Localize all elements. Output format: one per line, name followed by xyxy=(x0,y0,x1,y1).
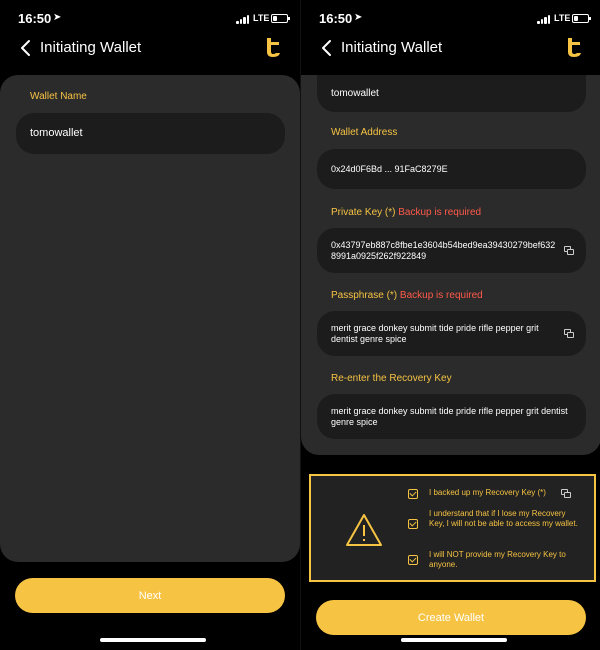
checkbox-icon[interactable] xyxy=(408,519,418,529)
passphrase-field: merit grace donkey submit tide pride rif… xyxy=(317,311,586,356)
passphrase-value: merit grace donkey submit tide pride rif… xyxy=(331,322,539,344)
signal-icon xyxy=(236,14,250,24)
checkbox-backed-up[interactable]: I backed up my Recovery Key (*) xyxy=(408,488,583,500)
reenter-recovery-key-value: merit grace donkey submit tide pride rif… xyxy=(331,405,568,427)
location-arrow-icon: ➤ xyxy=(53,12,62,23)
private-key-field: 0x43797eb887c8fbe1e3604b54bed9ea39430279… xyxy=(317,228,586,273)
wallet-name-input[interactable]: tomowallet xyxy=(317,75,586,112)
checkbox-understand-loss-label: I understand that if I lose my Recovery … xyxy=(429,509,578,528)
nav-bar: Initiating Wallet xyxy=(301,36,600,62)
copy-icon[interactable] xyxy=(561,489,571,498)
wallet-form-card: Wallet Name tomowallet xyxy=(0,75,300,562)
wallet-address-field: 0x24d0F6Bd ... 91FaC8279E xyxy=(317,149,586,189)
recovery-confirmation-box: I backed up my Recovery Key (*) I unders… xyxy=(309,474,596,582)
status-bar: 16:50 ➤ LTE xyxy=(301,8,600,28)
private-key-label-text: Private Key (*) xyxy=(331,207,396,218)
home-indicator xyxy=(401,638,507,642)
status-time: 16:50 xyxy=(18,11,52,26)
reenter-recovery-key-label: Re-enter the Recovery Key xyxy=(331,373,452,384)
home-indicator xyxy=(100,638,206,642)
passphrase-label: Passphrase (*) Backup is required xyxy=(331,290,483,301)
tomo-logo-icon xyxy=(568,38,581,57)
checkbox-not-share-label: I will NOT provide my Recovery Key to an… xyxy=(429,550,566,569)
wallet-address-label: Wallet Address xyxy=(331,127,398,138)
private-key-value: 0x43797eb887c8fbe1e3604b54bed9ea39430279… xyxy=(331,239,556,261)
wallet-name-label: Wallet Name xyxy=(30,91,87,102)
back-chevron-icon[interactable] xyxy=(17,38,37,58)
network-label: LTE xyxy=(253,13,270,23)
private-key-required-text: Backup is required xyxy=(398,207,482,218)
wallet-details-card: tomowallet Wallet Address 0x24d0F6Bd ...… xyxy=(301,75,600,455)
wallet-address-value: 0x24d0F6Bd ... 91FaC8279E xyxy=(331,163,448,174)
nav-bar: Initiating Wallet xyxy=(0,36,300,62)
network-label: LTE xyxy=(554,13,571,23)
passphrase-label-text: Passphrase (*) xyxy=(331,290,398,301)
checkbox-not-share[interactable]: I will NOT provide my Recovery Key to an… xyxy=(408,550,583,572)
back-chevron-icon[interactable] xyxy=(318,38,338,58)
private-key-label: Private Key (*) Backup is required xyxy=(331,207,481,218)
checkbox-backed-up-label: I backed up my Recovery Key (*) xyxy=(429,488,546,497)
signal-icon xyxy=(537,14,551,24)
page-title: Initiating Wallet xyxy=(40,39,142,56)
passphrase-required-text: Backup is required xyxy=(399,290,483,301)
status-time: 16:50 xyxy=(319,11,353,26)
next-button[interactable]: Next xyxy=(15,578,285,613)
copy-icon[interactable] xyxy=(564,328,574,338)
location-arrow-icon: ➤ xyxy=(354,12,363,23)
reenter-recovery-key-input[interactable]: merit grace donkey submit tide pride rif… xyxy=(317,394,586,439)
warning-icon xyxy=(346,514,382,546)
wallet-name-value: tomowallet xyxy=(331,88,379,99)
copy-icon[interactable] xyxy=(564,245,574,255)
checkbox-icon[interactable] xyxy=(408,555,418,565)
battery-icon xyxy=(271,14,290,23)
tomo-logo-icon xyxy=(267,38,280,57)
phone-initiating-wallet-step1: 16:50 ➤ LTE Initiating Wallet Wallet Nam… xyxy=(0,0,300,650)
create-wallet-button[interactable]: Create Wallet xyxy=(316,600,586,635)
battery-icon xyxy=(572,14,591,23)
page-title: Initiating Wallet xyxy=(341,39,443,56)
status-bar: 16:50 ➤ LTE xyxy=(0,8,300,28)
checkbox-icon[interactable] xyxy=(408,489,418,499)
wallet-name-input[interactable]: tomowallet xyxy=(16,113,285,154)
checkbox-understand-loss[interactable]: I understand that if I lose my Recovery … xyxy=(408,509,583,541)
wallet-name-value: tomowallet xyxy=(30,127,83,139)
